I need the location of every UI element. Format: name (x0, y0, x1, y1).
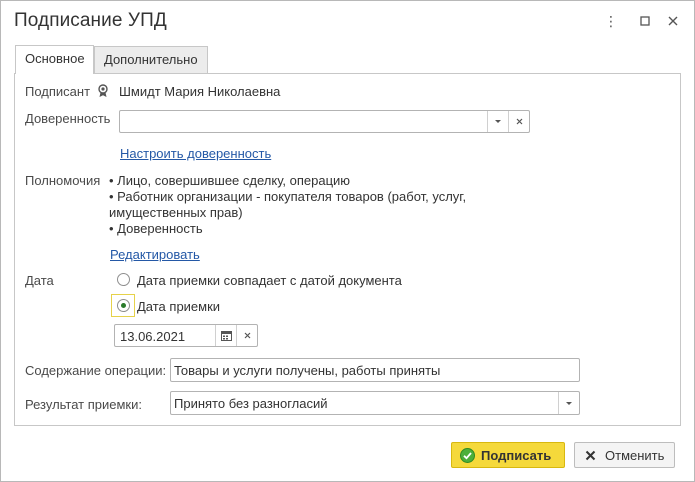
acceptance-result-value: Принято без разногласий (174, 396, 328, 411)
sign-button-label: Подписать (481, 447, 552, 463)
signer-label: Подписант (25, 84, 91, 99)
more-icon[interactable]: ⋮ (601, 11, 621, 31)
authority-line: • Работник организации - покупателя това… (109, 189, 467, 204)
acceptance-date-field[interactable]: 13.06.2021 (114, 324, 258, 347)
cancel-button[interactable]: Отменить (574, 442, 675, 468)
radio-date-matches-document[interactable] (117, 273, 130, 286)
dialog-window: Подписание УПД ⋮ Основное Дополнительно … (0, 0, 695, 482)
authority-line: • Лицо, совершившее сделку, операцию (109, 173, 351, 188)
clear-icon[interactable] (508, 111, 529, 132)
operation-content-label: Содержание операции: (25, 363, 167, 378)
radio-acceptance-date-label[interactable]: Дата приемки (137, 299, 220, 314)
operation-content-field[interactable]: Товары и услуги получены, работы приняты (170, 358, 580, 382)
checkmark-icon (460, 447, 475, 463)
acceptance-result-label: Результат приемки: (25, 397, 142, 412)
acceptance-date-value: 13.06.2021 (120, 329, 186, 344)
signer-name: Шмидт Мария Николаевна (119, 84, 281, 99)
power-of-attorney-field[interactable] (119, 110, 530, 133)
radio-date-matches-document-label[interactable]: Дата приемки совпадает с датой документа (137, 273, 402, 288)
calendar-icon[interactable] (215, 325, 236, 346)
close-icon[interactable] (663, 11, 683, 31)
authority-line: имущественных прав) (109, 205, 243, 220)
authority-line: • Доверенность (109, 221, 203, 236)
maximize-icon[interactable] (635, 11, 655, 31)
date-label: Дата (25, 273, 54, 288)
tab-panel-main: Подписант Шмидт Мария Николаевна Доверен… (14, 73, 681, 426)
cancel-button-label: Отменить (605, 447, 665, 463)
edit-authority-link[interactable]: Редактировать (110, 247, 200, 262)
dropdown-arrow-icon[interactable] (487, 111, 508, 132)
authority-label: Полномочия (25, 173, 101, 188)
sign-button[interactable]: Подписать (451, 442, 565, 468)
tab-main[interactable]: Основное (15, 45, 94, 74)
certificate-icon (97, 84, 109, 101)
configure-power-of-attorney-link[interactable]: Настроить доверенность (120, 146, 271, 161)
power-of-attorney-label: Доверенность (25, 111, 111, 126)
clear-date-icon[interactable] (236, 325, 257, 346)
acceptance-result-select[interactable]: Принято без разногласий (170, 391, 580, 415)
operation-content-value: Товары и услуги получены, работы приняты (174, 363, 441, 378)
dialog-title: Подписание УПД (14, 10, 167, 31)
cancel-x-icon (585, 450, 596, 461)
dropdown-arrow-icon[interactable] (558, 392, 579, 414)
tab-additional[interactable]: Дополнительно (94, 46, 208, 73)
radio-acceptance-date[interactable] (117, 299, 130, 312)
